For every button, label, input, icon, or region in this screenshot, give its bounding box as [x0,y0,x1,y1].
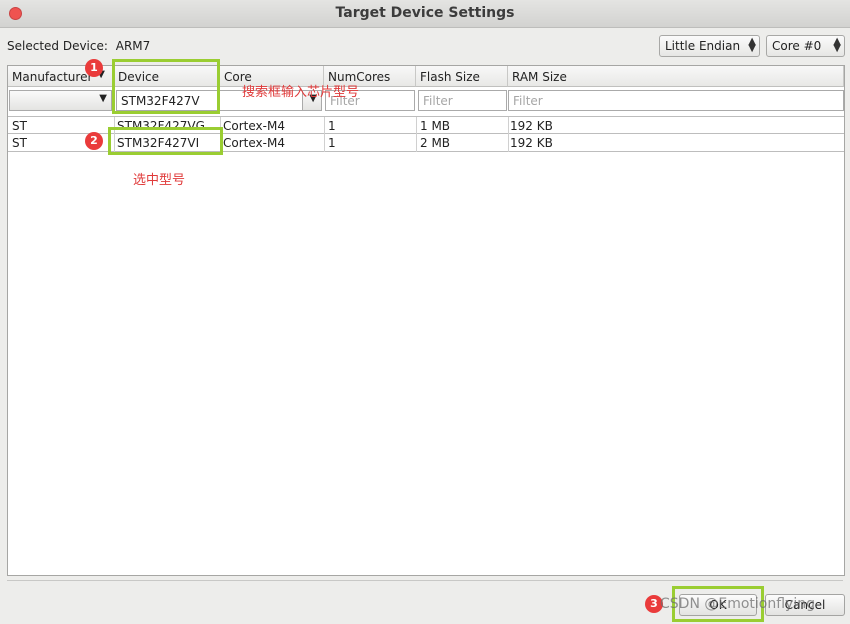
updown-icon: ▲ ▼ [833,36,841,54]
cell-manufacturer: ST [12,119,27,133]
title-bar: Target Device Settings [0,0,850,28]
selected-device-value: ARM7 [115,39,151,53]
core-select[interactable]: Core #0 ▲ ▼ [766,35,845,57]
cell-numcores: 1 [328,136,336,150]
note-select-model: 选中型号 [133,173,186,188]
cell-core: Cortex-M4 [223,136,285,150]
cell-flash: 2 MB [420,136,451,150]
column-divider [416,134,417,152]
cell-core: Cortex-M4 [223,119,285,133]
cell-ram: 192 KB [510,119,553,133]
column-header-ram[interactable]: RAM Size [508,66,844,87]
column-divider [416,117,417,135]
column-divider [508,117,509,135]
column-header-flash[interactable]: Flash Size [416,66,508,87]
endian-select[interactable]: Little Endian ▲ ▼ [659,35,760,57]
cell-ram: 192 KB [510,136,553,150]
note-search-input: 搜索框输入芯片型号 [242,85,360,100]
chevron-down-icon: ▼ [99,93,107,104]
selected-device-label: Selected Device: [7,39,108,53]
header-label: RAM Size [512,70,567,84]
highlight-device-filter [112,59,220,114]
watermark: CSDN @Emotionflying [660,596,815,612]
endian-select-value: Little Endian [665,39,741,53]
cell-flash: 1 MB [420,119,451,133]
footer-divider [7,580,843,581]
highlight-selected-row [108,127,223,155]
flash-filter-input[interactable]: Filter [418,90,507,111]
column-divider [324,117,325,135]
column-divider [324,134,325,152]
manufacturer-filter[interactable]: ▼ [9,90,112,111]
window-title: Target Device Settings [335,5,515,21]
step-badge-2: 2 [85,132,103,150]
step-badge-1: 1 [85,59,103,77]
updown-icon: ▲ ▼ [748,36,756,54]
cell-numcores: 1 [328,119,336,133]
core-select-value: Core #0 [772,39,822,53]
ram-filter-input[interactable]: Filter [508,90,844,111]
header-label: Flash Size [420,70,480,84]
column-divider [508,134,509,152]
cell-manufacturer: ST [12,136,27,150]
selected-device: Selected Device: ARM7 [7,39,154,53]
header-label: Manufacturer [12,70,93,84]
